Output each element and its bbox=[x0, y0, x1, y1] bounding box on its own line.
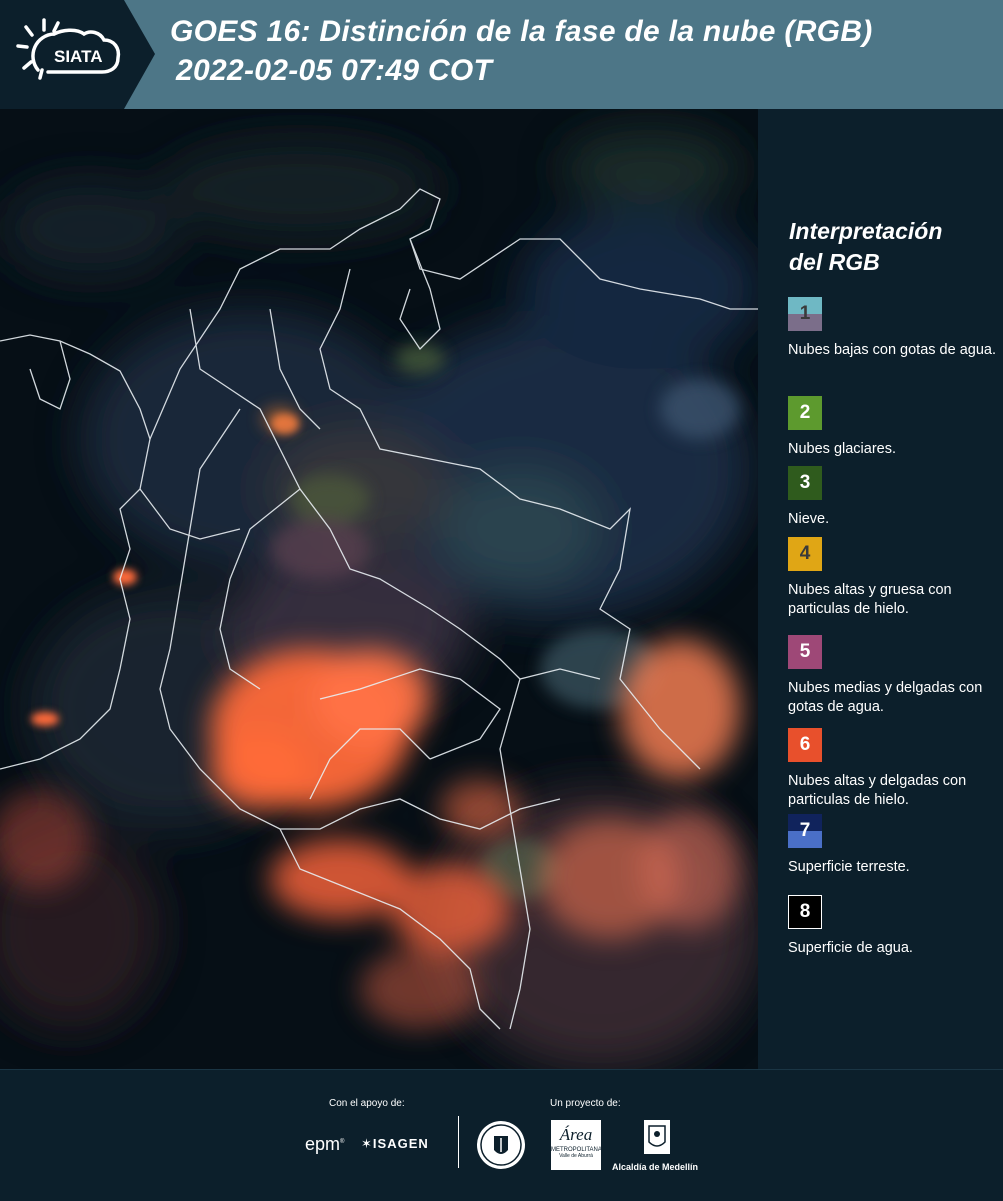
isagen-icon: ✶ bbox=[361, 1136, 373, 1151]
legend-item: 7 Superficie terreste. bbox=[788, 814, 1003, 877]
epm-logo: epm® bbox=[305, 1134, 345, 1154]
logo-text: SIATA bbox=[54, 47, 102, 66]
area-logo-line3: Valle de Aburrá bbox=[559, 1153, 593, 1159]
legend-swatch: 1 bbox=[788, 297, 822, 331]
legend-number: 7 bbox=[799, 820, 811, 841]
legend-panel: Interpretación del RGB 1 Nubes bajas con … bbox=[760, 109, 1003, 1069]
legend-number: 8 bbox=[799, 901, 811, 922]
legend-item: 6 Nubes altas y delgadas con particulas d… bbox=[788, 728, 1003, 810]
area-metropolitana-logo: Área METROPOLITANA Valle de Aburrá bbox=[551, 1120, 602, 1170]
footer-divider bbox=[458, 1116, 459, 1168]
satellite-map bbox=[0, 109, 758, 1069]
legend-title-line1: Interpretación bbox=[789, 218, 943, 244]
legend-swatch: 5 bbox=[788, 635, 822, 669]
isagen-logo: ✶ISAGEN bbox=[361, 1136, 429, 1152]
legend-swatch: 7 bbox=[788, 814, 822, 848]
legend-number: 4 bbox=[799, 543, 811, 564]
isagen-logo-text: ISAGEN bbox=[372, 1136, 429, 1151]
legend-title-line2: del RGB bbox=[789, 249, 880, 275]
legend-label: Nubes glaciares. bbox=[788, 441, 896, 457]
legend-label: Superficie de agua. bbox=[788, 940, 913, 956]
legend-label: Nubes bajas con gotas de agua. bbox=[788, 342, 996, 358]
legend-item: 5 Nubes medias y delgadas con gotas de ag… bbox=[788, 635, 1003, 717]
legend-number: 2 bbox=[799, 402, 811, 423]
support-label: Con el apoyo de: bbox=[329, 1098, 405, 1109]
area-logo-title: Área bbox=[559, 1125, 593, 1144]
university-seal-icon bbox=[477, 1121, 525, 1169]
legend-title: Interpretación del RGB bbox=[789, 216, 989, 278]
legend-label: Nubes altas y gruesa con particulas de h… bbox=[788, 582, 952, 617]
legend-label: Nubes medias y delgadas con gotas de agu… bbox=[788, 680, 983, 715]
legend-number: 6 bbox=[799, 734, 811, 755]
legend-swatch: 6 bbox=[788, 728, 822, 762]
siata-logo: SIATA bbox=[16, 18, 121, 80]
legend-swatch: 2 bbox=[788, 396, 822, 430]
legend-item: 2 Nubes glaciares. bbox=[788, 396, 1003, 459]
legend-swatch: 3 bbox=[788, 466, 822, 500]
header: SIATA GOES 16: Distinción de la fase de … bbox=[0, 0, 1003, 109]
page-title: GOES 16: Distinción de la fase de la nub… bbox=[170, 15, 873, 48]
legend-number: 1 bbox=[799, 303, 811, 324]
legend-label: Nieve. bbox=[788, 511, 830, 527]
epm-logo-text: epm bbox=[305, 1134, 341, 1154]
legend-item: 8 Superficie de agua. bbox=[788, 895, 1003, 958]
alcaldia-shield-icon bbox=[644, 1120, 670, 1154]
footer: Con el apoyo de: Un proyecto de: epm® ✶I… bbox=[0, 1069, 1003, 1201]
legend-label: Nubes altas y delgadas con particulas de… bbox=[788, 773, 967, 808]
satellite-image bbox=[0, 109, 758, 1069]
alcaldia-label: Alcaldía de Medellín bbox=[612, 1162, 699, 1172]
legend-swatch: 8 bbox=[788, 895, 822, 929]
legend-item: 3 Nieve. bbox=[788, 466, 1003, 529]
project-label: Un proyecto de: bbox=[550, 1098, 621, 1109]
legend-number: 3 bbox=[799, 472, 811, 493]
legend-item: 4 Nubes altas y gruesa con particulas de … bbox=[788, 537, 1003, 619]
legend-item: 1 Nubes bajas con gotas de agua. bbox=[788, 297, 1003, 360]
legend-number: 5 bbox=[799, 641, 811, 662]
legend-swatch: 4 bbox=[788, 537, 822, 571]
page-timestamp: 2022-02-05 07:49 COT bbox=[176, 54, 493, 87]
legend-label: Superficie terreste. bbox=[788, 859, 910, 875]
